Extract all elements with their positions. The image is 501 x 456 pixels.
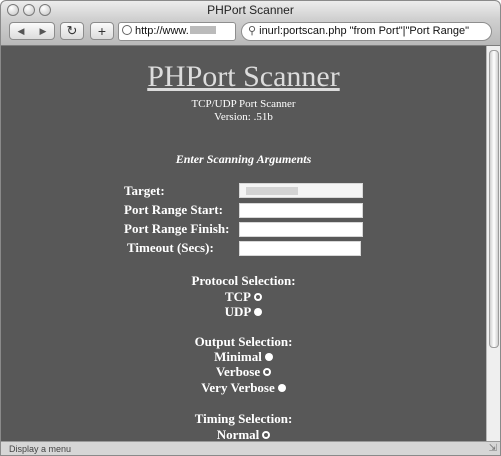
timing-option-normal[interactable]: Normal xyxy=(1,427,486,442)
forward-arrow-icon[interactable]: ▶ xyxy=(32,23,54,39)
page-title[interactable]: PHPort Scanner xyxy=(1,60,486,94)
radio-unselected-icon[interactable] xyxy=(263,368,272,376)
url-text: http://www. xyxy=(135,25,189,37)
browser-window: PHPort Scanner ◀ ▶ ↻ + http://www. ⚲ inur… xyxy=(0,0,501,456)
globe-icon xyxy=(122,25,132,35)
redacted-target-value xyxy=(246,187,298,195)
window-title: PHPort Scanner xyxy=(207,3,294,17)
address-bar[interactable]: http://www. xyxy=(118,22,236,41)
search-query: inurl:portscan.php "from Port"|"Port Ran… xyxy=(259,25,469,37)
back-arrow-icon[interactable]: ◀ xyxy=(10,23,32,39)
option-label: Very Verbose xyxy=(201,380,275,395)
range-finish-label: Port Range Finish: xyxy=(124,221,230,236)
timing-heading: Timing Selection: xyxy=(194,411,293,426)
radio-selected-icon[interactable] xyxy=(277,384,286,392)
output-option-verbose[interactable]: Verbose xyxy=(1,364,486,379)
radio-unselected-icon[interactable] xyxy=(254,293,262,301)
section-heading: Enter Scanning Arguments xyxy=(175,152,312,166)
status-bar: Display a menu ⇲ xyxy=(1,441,500,455)
target-input[interactable] xyxy=(239,183,363,198)
version-label: Version: .51b xyxy=(214,111,273,123)
back-forward-control: ◀ ▶ xyxy=(9,22,55,40)
protocol-option-tcp[interactable]: TCP xyxy=(1,289,486,304)
timeout-label: Timeout (Secs): xyxy=(127,240,214,255)
page-content: PHPort Scanner TCP/UDP Port Scanner Vers… xyxy=(1,46,486,442)
range-finish-input[interactable] xyxy=(239,222,363,237)
protocol-heading: Protocol Selection: xyxy=(191,273,296,288)
add-bookmark-button[interactable]: + xyxy=(90,22,114,40)
option-label: TCP xyxy=(225,289,251,304)
minimize-window-button[interactable] xyxy=(23,4,35,16)
reload-icon: ↻ xyxy=(66,23,78,38)
close-window-button[interactable] xyxy=(7,4,19,16)
radio-selected-icon[interactable] xyxy=(264,353,273,361)
vertical-scrollbar[interactable] xyxy=(486,46,500,441)
redacted-url xyxy=(189,26,216,34)
magnifier-icon: ⚲ xyxy=(248,25,257,37)
status-text: Display a menu xyxy=(9,444,72,454)
plus-icon: + xyxy=(97,23,107,39)
reload-button[interactable]: ↻ xyxy=(60,22,84,40)
output-option-very-verbose[interactable]: Very Verbose xyxy=(1,380,486,395)
timeout-input[interactable] xyxy=(239,241,361,256)
zoom-window-button[interactable] xyxy=(39,4,51,16)
target-label: Target: xyxy=(124,183,165,198)
browser-toolbar: ◀ ▶ ↻ + http://www. ⚲ inurl:portscan.php … xyxy=(1,19,500,46)
option-label: Verbose xyxy=(215,364,261,379)
option-label: UDP xyxy=(224,304,252,319)
title-bar: PHPort Scanner xyxy=(1,1,500,19)
resize-grip-icon[interactable]: ⇲ xyxy=(489,442,497,455)
option-label: Minimal xyxy=(214,349,262,364)
radio-selected-icon[interactable] xyxy=(254,308,263,316)
protocol-option-udp[interactable]: UDP xyxy=(1,304,486,319)
search-field[interactable]: ⚲ inurl:portscan.php "from Port"|"Port R… xyxy=(241,22,492,41)
option-label: Normal xyxy=(216,427,260,442)
output-option-minimal[interactable]: Minimal xyxy=(1,349,486,364)
page-subtitle: TCP/UDP Port Scanner xyxy=(191,98,296,110)
range-start-label: Port Range Start: xyxy=(124,202,223,217)
scrollbar-thumb[interactable] xyxy=(489,50,499,348)
radio-unselected-icon[interactable] xyxy=(262,431,271,439)
output-heading: Output Selection: xyxy=(194,334,293,349)
range-start-input[interactable] xyxy=(239,203,363,218)
